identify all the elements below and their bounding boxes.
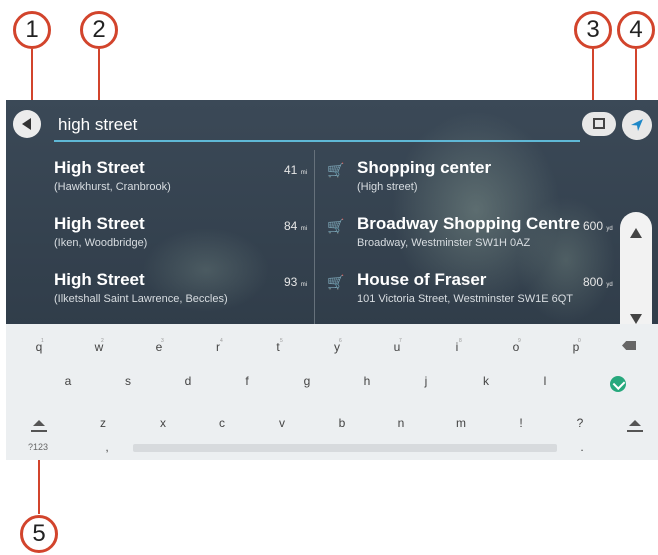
shift-icon[interactable]	[626, 420, 644, 432]
key-a[interactable]: a	[53, 366, 83, 396]
key-i[interactable]: i8	[442, 332, 472, 362]
result-subtitle: (Hawkhurst, Cranbrook)	[54, 181, 171, 193]
result-distance: 93 mi	[284, 275, 308, 289]
result-row[interactable]: High Street (Hawkhurst, Cranbrook) 41 mi	[6, 150, 314, 206]
key-o[interactable]: o9	[501, 332, 531, 362]
key-x[interactable]: x	[148, 408, 178, 438]
search-underline	[54, 140, 580, 142]
key-w[interactable]: w2	[84, 332, 114, 362]
back-arrow-icon[interactable]	[13, 110, 41, 138]
callout-1: 1	[13, 11, 51, 49]
search-results: High Street (Hawkhurst, Cranbrook) 41 mi…	[6, 150, 658, 342]
chevron-up-icon[interactable]	[620, 214, 652, 254]
key-exclamation[interactable]: !	[506, 408, 536, 438]
navigation-arrow-icon[interactable]	[622, 110, 652, 140]
key-c[interactable]: c	[207, 408, 237, 438]
numbers-key[interactable]: ?123	[28, 442, 48, 452]
result-distance: 800 yd	[583, 275, 613, 289]
device-screen: High Street (Hawkhurst, Cranbrook) 41 mi…	[6, 100, 658, 460]
backspace-icon[interactable]	[622, 341, 636, 350]
result-title: Shopping center	[357, 158, 492, 177]
key-comma[interactable]: ,	[92, 432, 122, 460]
shift-icon[interactable]	[30, 420, 48, 432]
result-subtitle: (Iken, Woodbridge)	[54, 237, 148, 249]
key-l[interactable]: l	[530, 366, 560, 396]
key-k[interactable]: k	[471, 366, 501, 396]
result-title: House of Fraser	[357, 270, 487, 289]
key-g[interactable]: g	[292, 366, 322, 396]
callout-5-leader	[38, 452, 40, 514]
result-subtitle: Broadway, Westminster SW1H 0AZ	[357, 237, 531, 249]
callout-5: 5	[20, 515, 58, 553]
result-distance: 600 yd	[583, 219, 613, 233]
search-input[interactable]	[58, 112, 578, 138]
callout-4: 4	[617, 11, 655, 49]
spacebar[interactable]	[133, 444, 557, 452]
result-subtitle: 101 Victoria Street, Westminster SW1E 6Q…	[357, 293, 574, 305]
result-subtitle: (High street)	[357, 181, 418, 193]
result-row[interactable]: 🛒 Shopping center (High street)	[315, 150, 615, 206]
key-d[interactable]: d	[173, 366, 203, 396]
key-t[interactable]: t5	[263, 332, 293, 362]
result-distance: 41 mi	[284, 163, 308, 177]
key-y[interactable]: y6	[322, 332, 352, 362]
result-title: High Street	[54, 214, 145, 233]
shopping-cart-icon: 🛒	[327, 274, 345, 290]
results-right-column: 🛒 Shopping center (High street) 🛒 Broadw…	[315, 150, 615, 324]
shopping-cart-icon: 🛒	[327, 162, 345, 178]
result-row[interactable]: High Street (Ilketshall Saint Lawrence, …	[6, 262, 314, 318]
key-period[interactable]: .	[567, 432, 597, 460]
shopping-cart-icon: 🛒	[327, 218, 345, 234]
key-b[interactable]: b	[327, 408, 357, 438]
results-left-column: High Street (Hawkhurst, Cranbrook) 41 mi…	[6, 150, 314, 324]
search-bar	[6, 100, 658, 150]
key-j[interactable]: j	[411, 366, 441, 396]
result-title: High Street	[54, 158, 145, 177]
callout-2: 2	[80, 11, 118, 49]
key-v[interactable]: v	[267, 408, 297, 438]
result-row[interactable]: High Street (Iken, Woodbridge) 84 mi	[6, 206, 314, 262]
key-f[interactable]: f	[232, 366, 262, 396]
result-subtitle: (Ilketshall Saint Lawrence, Beccles)	[54, 293, 228, 305]
result-row[interactable]: 🛒 House of Fraser 101 Victoria Street, W…	[315, 262, 615, 318]
on-screen-keyboard: q1 w2 e3 r4 t5 y6 u7 i8 o9 p0 a s d f g …	[6, 324, 658, 460]
scroll-control	[620, 212, 652, 342]
key-m[interactable]: m	[446, 408, 476, 438]
key-q[interactable]: q1	[24, 332, 54, 362]
key-h[interactable]: h	[352, 366, 382, 396]
key-p[interactable]: p0	[561, 332, 591, 362]
result-title: High Street	[54, 270, 145, 289]
key-e[interactable]: e3	[144, 332, 174, 362]
key-r[interactable]: r4	[203, 332, 233, 362]
map-view-icon[interactable]	[582, 112, 616, 136]
key-n[interactable]: n	[386, 408, 416, 438]
key-u[interactable]: u7	[382, 332, 412, 362]
enter-icon[interactable]	[610, 376, 626, 392]
result-row[interactable]: 🛒 Broadway Shopping Centre Broadway, Wes…	[315, 206, 615, 262]
key-s[interactable]: s	[113, 366, 143, 396]
result-title: Broadway Shopping Centre	[357, 214, 580, 233]
result-distance: 84 mi	[284, 219, 308, 233]
callout-3: 3	[574, 11, 612, 49]
